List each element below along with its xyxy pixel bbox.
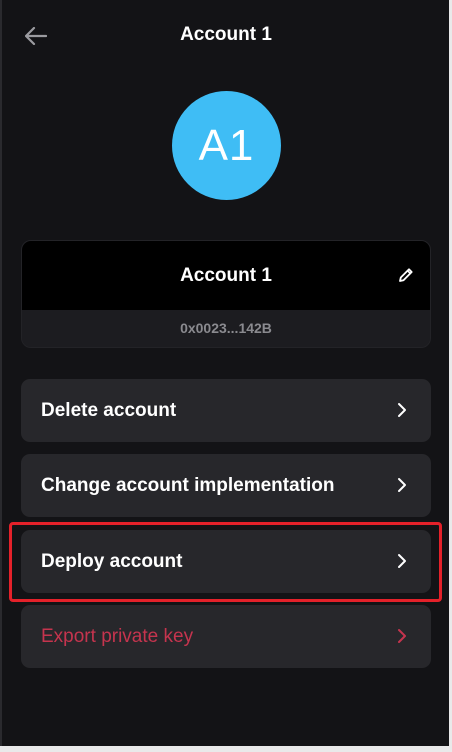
menu-label: Delete account xyxy=(41,400,177,421)
change-implementation-row[interactable]: Change account implementation xyxy=(21,454,431,517)
chevron-right-icon xyxy=(398,478,406,492)
account-card: Account 1 0x0023...142B xyxy=(21,240,431,348)
deploy-account-row[interactable]: Deploy account xyxy=(21,530,431,593)
menu-label: Export private key xyxy=(41,626,194,647)
account-name-row: Account 1 xyxy=(22,241,430,310)
window-left-edge xyxy=(0,0,2,752)
page-title: Account 1 xyxy=(180,24,272,45)
address-row: 0x0023...142B xyxy=(22,310,430,347)
header: Account 1 xyxy=(0,14,452,58)
avatar: A1 xyxy=(172,91,281,200)
chevron-right-icon xyxy=(398,554,406,568)
avatar-initials: A1 xyxy=(198,120,255,170)
export-private-key-row[interactable]: Export private key xyxy=(21,605,431,668)
chevron-right-icon xyxy=(398,629,406,643)
delete-account-row[interactable]: Delete account xyxy=(21,379,431,442)
chevron-right-icon xyxy=(398,403,406,417)
menu-label: Change account implementation xyxy=(41,475,335,496)
account-settings-screen: Account 1 A1 Account 1 0x0023...142B Del… xyxy=(0,0,452,752)
menu-label: Deploy account xyxy=(41,551,183,572)
account-name: Account 1 xyxy=(180,265,272,286)
window-bottom-edge xyxy=(0,746,452,752)
pencil-icon xyxy=(399,268,413,282)
account-address[interactable]: 0x0023...142B xyxy=(22,320,430,336)
edit-name-button[interactable] xyxy=(396,265,416,285)
